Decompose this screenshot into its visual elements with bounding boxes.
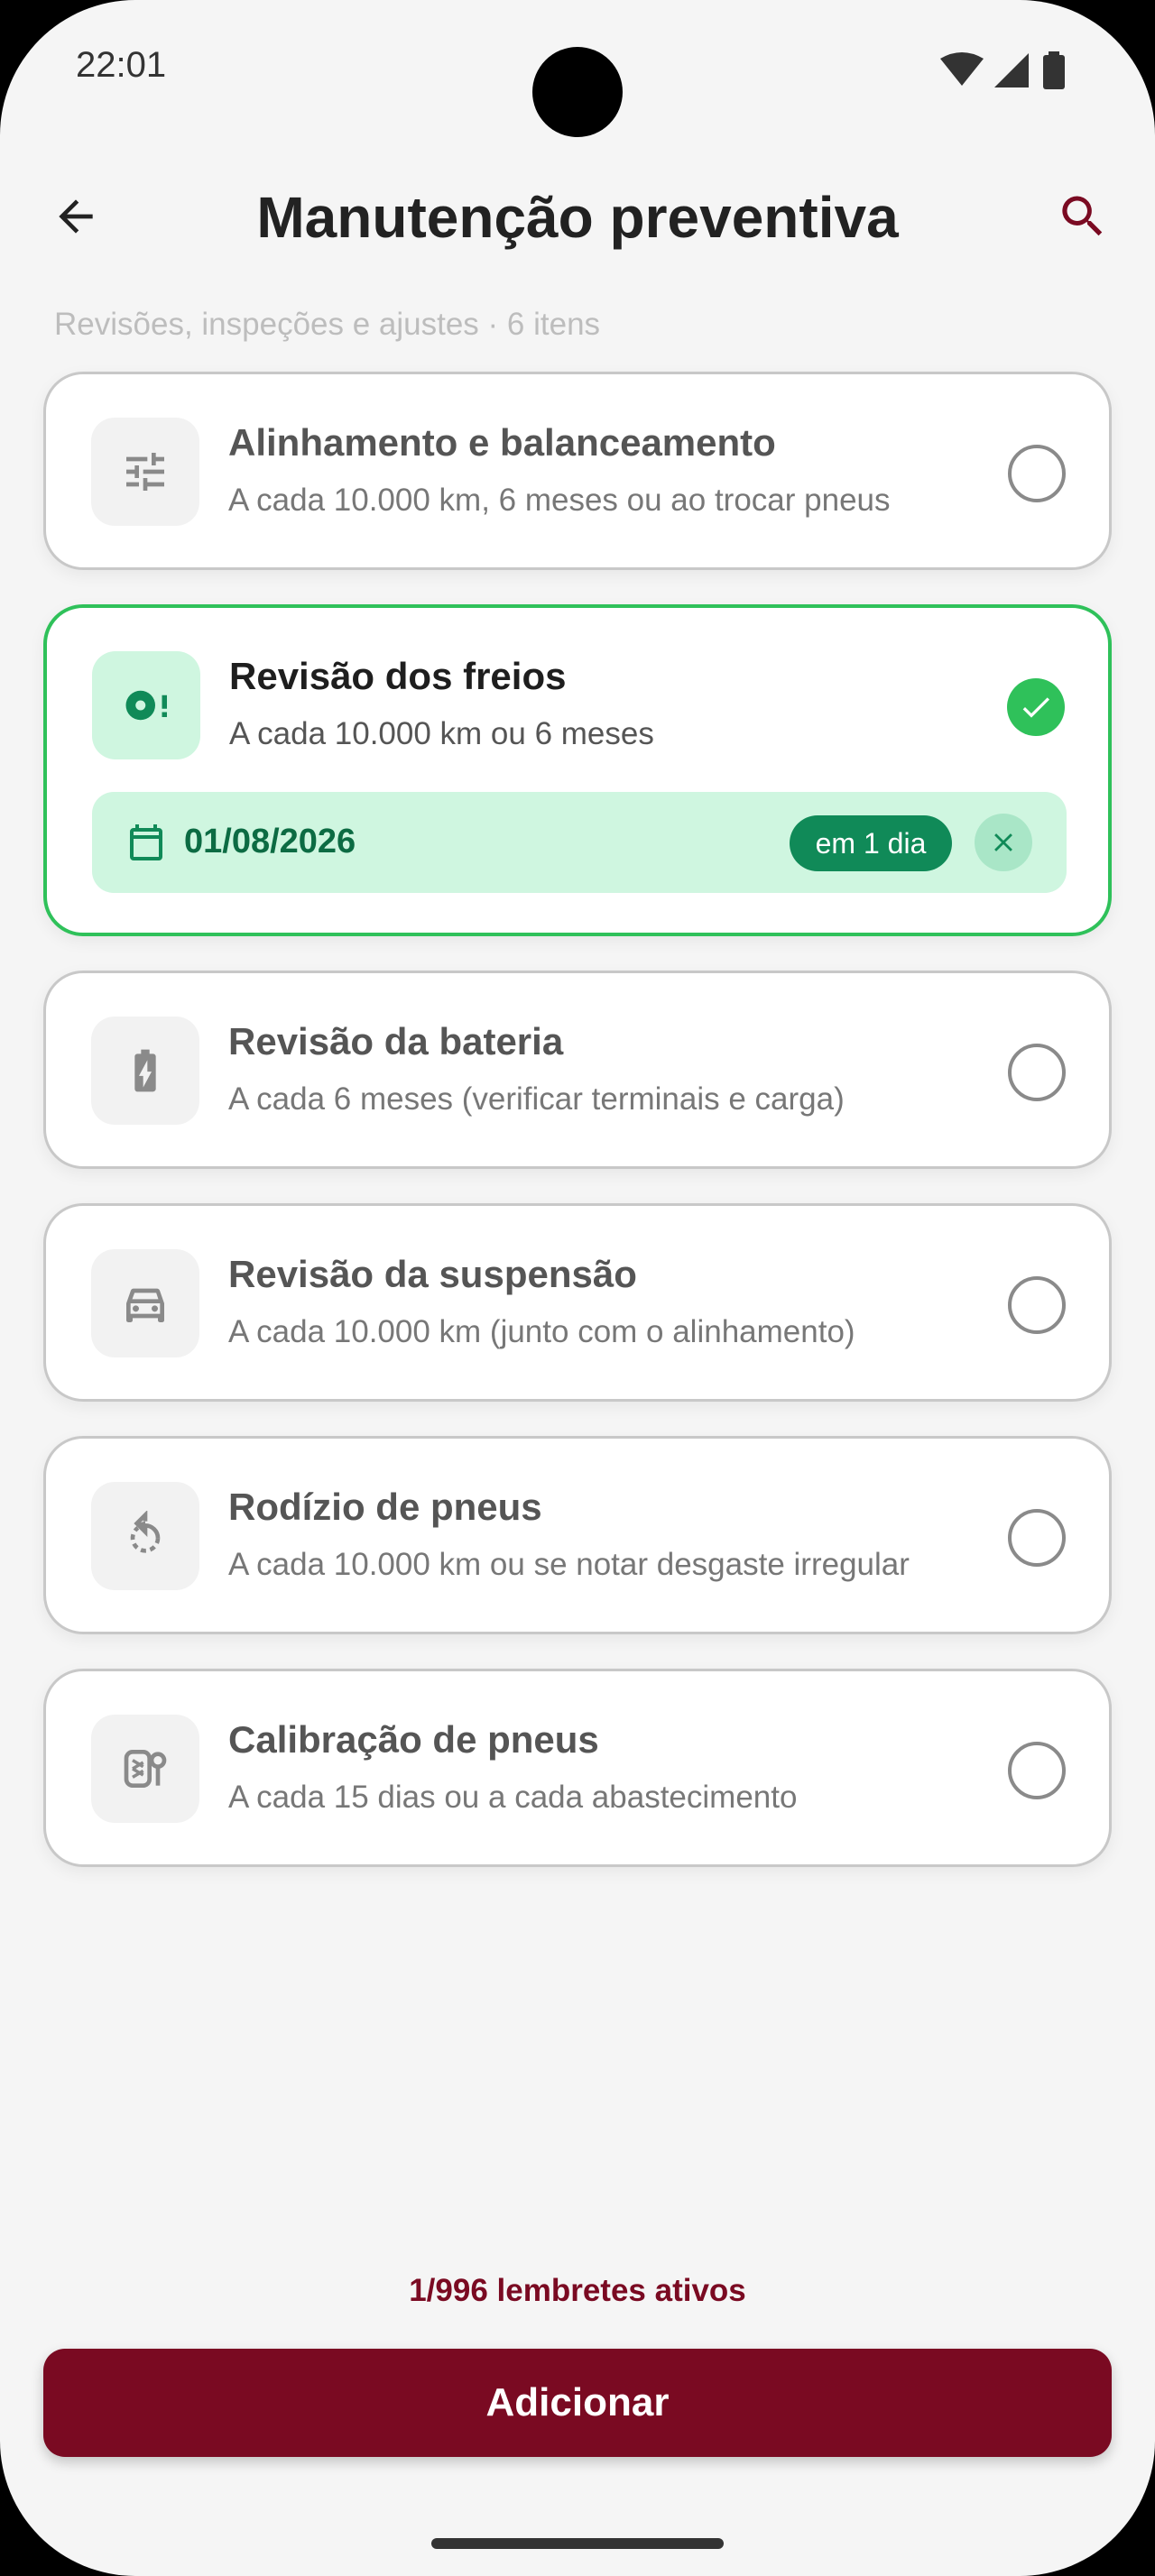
wifi-icon	[940, 52, 984, 86]
sliders-icon	[126, 453, 164, 491]
item-title: Revisão da bateria	[228, 1020, 564, 1063]
item-description: A cada 10.000 km (junto com o alinhament…	[228, 1314, 855, 1349]
phone-screen: 22:01 Manutenção preventiva Revisões, in…	[0, 0, 1155, 2576]
battery-icon	[1043, 51, 1065, 89]
item-icon-box	[91, 1715, 199, 1823]
maintenance-item-calibracao[interactable]: Calibração de pneus A cada 15 dias ou a …	[43, 1669, 1112, 1867]
status-bar: 22:01	[0, 0, 1155, 144]
home-indicator[interactable]	[431, 2538, 724, 2549]
search-button[interactable]	[1047, 180, 1119, 253]
item-radio[interactable]	[1008, 1044, 1066, 1101]
list-subtitle: Revisões, inspeções e ajustes · 6 itens	[54, 307, 601, 342]
item-title: Calibração de pneus	[228, 1718, 599, 1761]
item-title: Alinhamento e balanceamento	[228, 421, 776, 464]
add-button[interactable]: Adicionar	[43, 2349, 1112, 2457]
maintenance-item-suspensao[interactable]: Revisão da suspensão A cada 10.000 km (j…	[43, 1203, 1112, 1402]
item-title: Revisão dos freios	[229, 655, 567, 697]
item-icon-box	[91, 1482, 199, 1590]
maintenance-item-bateria[interactable]: Revisão da bateria A cada 6 meses (verif…	[43, 971, 1112, 1169]
rotate-icon	[130, 1511, 161, 1553]
item-icon-box	[91, 1249, 199, 1357]
car-icon	[126, 1288, 164, 1322]
item-title: Revisão da suspensão	[228, 1253, 637, 1295]
brake-warning-icon	[125, 690, 167, 721]
item-title: Rodízio de pneus	[228, 1486, 542, 1528]
item-radio[interactable]	[1008, 1276, 1066, 1334]
item-icon-box	[92, 651, 200, 759]
item-icon-box	[91, 1017, 199, 1125]
close-icon	[994, 833, 1012, 851]
clear-date-button[interactable]	[975, 814, 1032, 871]
item-description: A cada 10.000 km ou 6 meses	[229, 716, 654, 751]
check-icon	[1022, 697, 1049, 718]
tire-pressure-icon	[124, 1750, 167, 1788]
item-checked[interactable]	[1007, 678, 1065, 736]
item-description: A cada 10.000 km ou se notar desgaste ir…	[228, 1547, 910, 1582]
item-icon-box	[91, 418, 199, 526]
days-remaining-badge: em 1 dia	[790, 815, 952, 871]
item-description: A cada 10.000 km, 6 meses ou ao trocar p…	[228, 483, 891, 518]
item-radio[interactable]	[1008, 1509, 1066, 1567]
item-radio[interactable]	[1008, 1742, 1066, 1799]
scheduled-date: 01/08/2026	[184, 823, 356, 860]
page-title: Manutenção preventiva	[256, 185, 899, 250]
item-description: A cada 6 meses (verificar terminais e ca…	[228, 1081, 845, 1117]
maintenance-item-rodizio[interactable]: Rodízio de pneus A cada 10.000 km ou se …	[43, 1436, 1112, 1634]
scheduled-date-row[interactable]: 01/08/2026 em 1 dia	[92, 792, 1067, 893]
search-icon	[1062, 196, 1103, 236]
app-bar: Manutenção preventiva	[0, 162, 1155, 271]
item-radio[interactable]	[1008, 445, 1066, 502]
maintenance-item-freios[interactable]: Revisão dos freios A cada 10.000 km ou 6…	[43, 604, 1112, 936]
maintenance-item-alinhamento[interactable]: Alinhamento e balanceamento A cada 10.00…	[43, 372, 1112, 570]
status-time: 22:01	[76, 45, 167, 85]
active-reminders-count: 1/996 lembretes ativos	[409, 2273, 746, 2308]
maintenance-list: Alinhamento e balanceamento A cada 10.00…	[43, 372, 1112, 1901]
camera-cutout	[532, 47, 623, 137]
battery-charging-icon	[134, 1049, 156, 1092]
signal-icon	[994, 53, 1029, 87]
item-description: A cada 15 dias ou a cada abastecimento	[228, 1780, 798, 1815]
status-icons	[940, 51, 1065, 89]
calendar-icon	[130, 824, 162, 860]
